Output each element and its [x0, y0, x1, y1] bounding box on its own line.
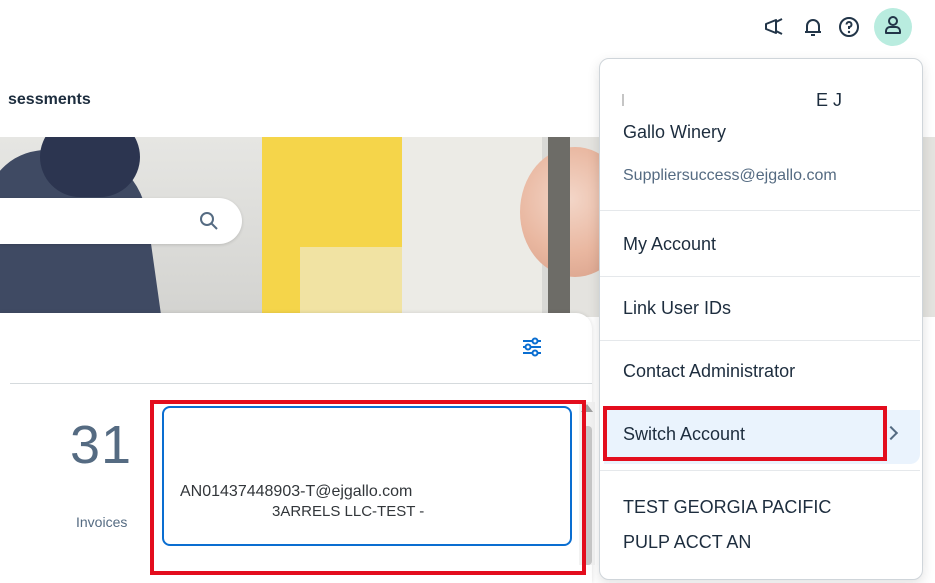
highlight-box-account-list [150, 400, 586, 575]
menu-item-my-account[interactable]: My Account [623, 234, 716, 255]
submenu-account-line2[interactable]: PULP ACCT AN [623, 532, 751, 553]
search-icon[interactable] [198, 210, 220, 232]
user-email: Suppliersuccess@ejgallo.com [623, 167, 837, 184]
menu-divider [600, 340, 920, 341]
submenu-account-line1[interactable]: TEST GEORGIA PACIFIC [623, 497, 831, 518]
menu-item-contact-administrator[interactable]: Contact Administrator [623, 361, 795, 382]
search-input[interactable] [0, 198, 242, 244]
megaphone-icon[interactable] [761, 14, 787, 40]
highlight-box-switch-account [603, 406, 887, 461]
invoice-count: 31 [70, 415, 133, 475]
menu-divider [600, 210, 920, 211]
redacted-name-mark [622, 94, 624, 106]
filter-settings-icon[interactable] [520, 335, 544, 359]
invoices-label: Invoices [76, 514, 128, 530]
nav-tab-assessments[interactable]: sessments [8, 91, 91, 109]
bell-icon[interactable] [800, 14, 826, 40]
user-company: Gallo Winery [623, 122, 727, 142]
help-icon[interactable] [836, 14, 862, 40]
user-name: E J [816, 90, 843, 110]
user-avatar-button[interactable] [874, 8, 912, 46]
user-icon [883, 15, 903, 40]
card-divider [10, 383, 592, 384]
menu-divider [600, 470, 920, 471]
menu-item-link-user-ids[interactable]: Link User IDs [623, 298, 731, 319]
menu-divider [600, 276, 920, 277]
